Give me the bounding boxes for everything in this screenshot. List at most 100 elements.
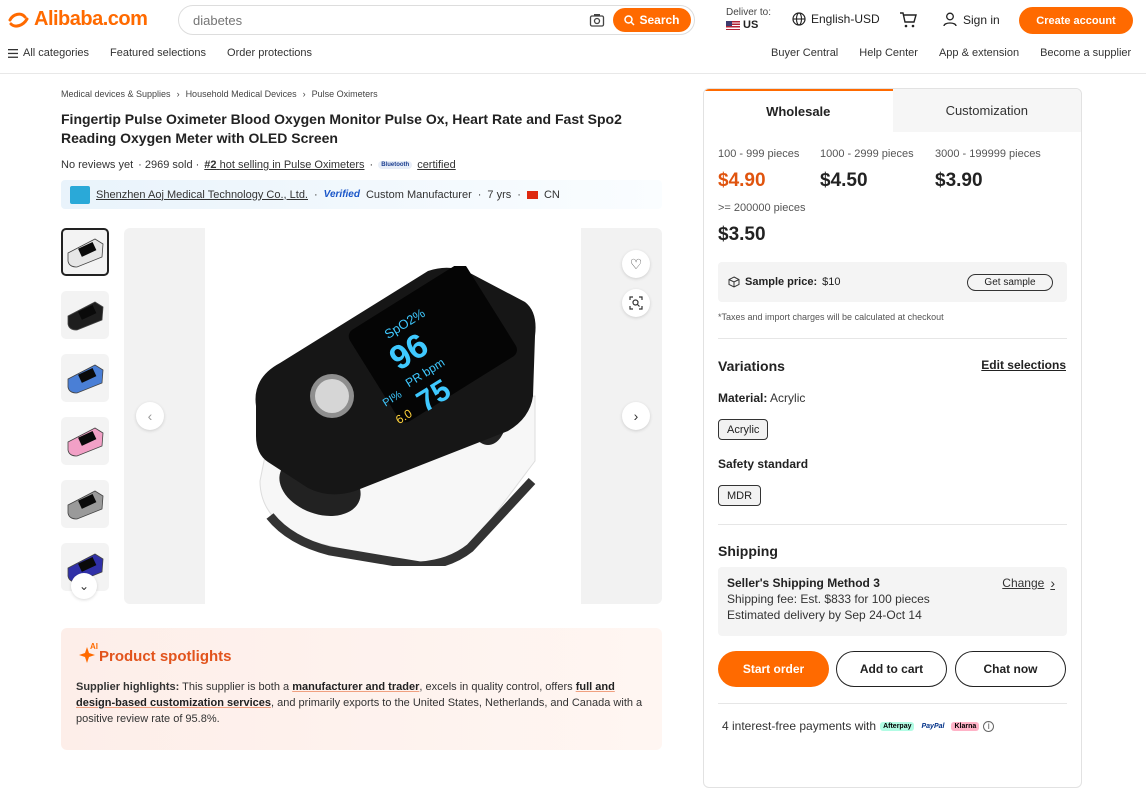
oximeter-thumbnail-icon	[67, 364, 104, 394]
shipping-fee: Shipping fee: Est. $833 for 100 pieces	[727, 592, 930, 606]
breadcrumb: Medical devices & Supplies › Household M…	[61, 89, 378, 99]
alibaba-logo-icon	[8, 12, 29, 28]
thumbnail[interactable]	[61, 228, 109, 276]
ai-badge: AI	[90, 642, 98, 651]
nav-buyer-central[interactable]: Buyer Central	[771, 47, 838, 59]
logo-text: Alibaba.com	[34, 8, 148, 30]
certified-link[interactable]: certified	[417, 159, 456, 171]
supplier-type: Custom Manufacturer	[365, 188, 472, 201]
tab-customization[interactable]: Customization	[892, 89, 1081, 132]
nav-app-extension[interactable]: App & extension	[939, 47, 1019, 59]
search-button[interactable]: Search	[613, 8, 691, 32]
reviews-text: No reviews yet	[61, 159, 134, 171]
estimated-delivery: Estimated delivery by Sep 24-Oct 14	[727, 608, 922, 622]
add-to-cart-button[interactable]: Add to cart	[836, 651, 947, 687]
search-input[interactable]	[193, 12, 589, 28]
product-spotlights: AI Product spotlights Supplier highlight…	[61, 628, 662, 750]
box-icon	[728, 276, 740, 288]
alibaba-logo[interactable]: Alibaba.com	[8, 8, 148, 31]
divider	[718, 524, 1067, 525]
oximeter-thumbnail-icon	[67, 238, 104, 268]
image-search-button[interactable]	[622, 289, 650, 317]
deliver-to[interactable]: Deliver to: US	[726, 7, 771, 31]
start-order-button[interactable]: Start order	[718, 651, 829, 687]
oximeter-thumbnail-icon	[67, 301, 104, 331]
cart-icon[interactable]	[899, 12, 917, 28]
tax-note: *Taxes and import charges will be calcul…	[718, 312, 944, 322]
chevron-right-icon: ›	[1050, 575, 1055, 591]
safety-standard-label: Safety standard	[718, 457, 809, 471]
sample-price-box: Sample price: $10 Get sample	[718, 262, 1067, 302]
get-sample-button[interactable]: Get sample	[967, 274, 1053, 291]
chat-now-button[interactable]: Chat now	[955, 651, 1066, 687]
chevron-down-icon[interactable]: ⌄	[71, 573, 97, 599]
main-product-image: SpO2% 96 PR bpm 75 PI% 6.0 ♡ ‹ ›	[124, 228, 662, 604]
material-label: Material: Acrylic	[718, 391, 806, 405]
sign-in-link[interactable]: Sign in	[943, 12, 1000, 27]
divider	[718, 703, 1067, 704]
favorite-heart-button[interactable]: ♡	[622, 250, 650, 278]
header-divider	[0, 73, 1146, 74]
product-meta: No reviews yet · 2969 sold · #2 hot sell…	[61, 159, 456, 171]
shipping-method: Seller's Shipping Method 3	[727, 576, 880, 590]
nav-become-supplier[interactable]: Become a supplier	[1040, 47, 1131, 59]
globe-icon	[792, 12, 806, 26]
purchase-panel: Wholesale Customization 100 - 999 pieces…	[703, 88, 1082, 788]
nav-help-center[interactable]: Help Center	[859, 47, 918, 59]
tier-range: 1000 - 2999 pieces	[820, 148, 914, 160]
thumbnail-list	[61, 228, 109, 606]
create-account-button[interactable]: Create account	[1019, 7, 1133, 34]
thumbnail[interactable]	[61, 480, 109, 528]
all-categories-menu[interactable]: All categories	[8, 47, 89, 59]
tier-price: $4.90	[718, 170, 766, 191]
verified-badge: Verified	[323, 189, 360, 200]
thumbnail[interactable]	[61, 354, 109, 402]
safety-option-mdr[interactable]: MDR	[718, 485, 762, 506]
supplier-logo	[70, 185, 90, 204]
image-search-icon	[629, 296, 643, 310]
search-bar: Search	[178, 5, 695, 35]
camera-icon[interactable]	[589, 12, 605, 28]
us-flag-icon	[726, 20, 740, 30]
thumbnail[interactable]	[61, 291, 109, 339]
next-image-button[interactable]: ›	[622, 402, 650, 430]
tab-wholesale[interactable]: Wholesale	[704, 89, 893, 132]
shipping-box: Seller's Shipping Method 3 Change › Shipp…	[718, 567, 1067, 636]
nav-order-protections[interactable]: Order protections	[227, 47, 312, 59]
change-shipping-link[interactable]: Change ›	[1002, 575, 1055, 591]
material-option-acrylic[interactable]: Acrylic	[718, 419, 769, 440]
edit-selections-link[interactable]: Edit selections	[981, 358, 1066, 372]
breadcrumb-item[interactable]: Medical devices & Supplies	[61, 89, 171, 99]
sold-count: · 2969 sold ·	[138, 159, 200, 171]
bluetooth-badge: Bluetooth	[378, 161, 413, 169]
thumbnail[interactable]	[61, 417, 109, 465]
chevron-right-icon: ›	[302, 89, 306, 99]
menu-icon	[8, 48, 18, 58]
tier-price: $4.50	[820, 170, 868, 191]
divider	[718, 338, 1067, 339]
info-icon[interactable]: i	[983, 720, 995, 732]
breadcrumb-item[interactable]: Household Medical Devices	[186, 89, 297, 99]
china-flag-icon	[526, 190, 538, 199]
tier-range: 100 - 999 pieces	[718, 148, 800, 160]
tier-price: $3.90	[935, 170, 983, 191]
nav-bar: All categories Featured selections Order…	[0, 44, 1146, 66]
oximeter-thumbnail-icon	[67, 427, 104, 457]
search-icon	[624, 14, 636, 26]
shipping-title: Shipping	[718, 543, 778, 559]
spotlight-title: Product spotlights	[99, 648, 232, 665]
breadcrumb-item[interactable]: Pulse Oximeters	[312, 89, 378, 99]
klarna-logo: Klarna	[951, 721, 980, 731]
language-selector[interactable]: English-USD	[792, 12, 880, 26]
ranking-link[interactable]: #2 hot selling in Pulse Oximeters	[204, 159, 364, 171]
supplier-name-link[interactable]: Shenzhen Aoj Medical Technology Co., Ltd…	[96, 189, 308, 201]
tier-range: >= 200000 pieces	[718, 202, 806, 214]
top-header: Alibaba.com Search Deliver to: US Englis…	[0, 0, 1146, 42]
oximeter-image: SpO2% 96 PR bpm 75 PI% 6.0	[255, 266, 536, 566]
user-icon	[943, 12, 957, 27]
nav-featured-selections[interactable]: Featured selections	[110, 47, 206, 59]
payment-options: 4 interest-free payments with Afterpay P…	[722, 719, 995, 733]
oximeter-thumbnail-icon	[67, 490, 104, 520]
supplier-bar: Shenzhen Aoj Medical Technology Co., Ltd…	[61, 180, 662, 209]
prev-image-button[interactable]: ‹	[136, 402, 164, 430]
